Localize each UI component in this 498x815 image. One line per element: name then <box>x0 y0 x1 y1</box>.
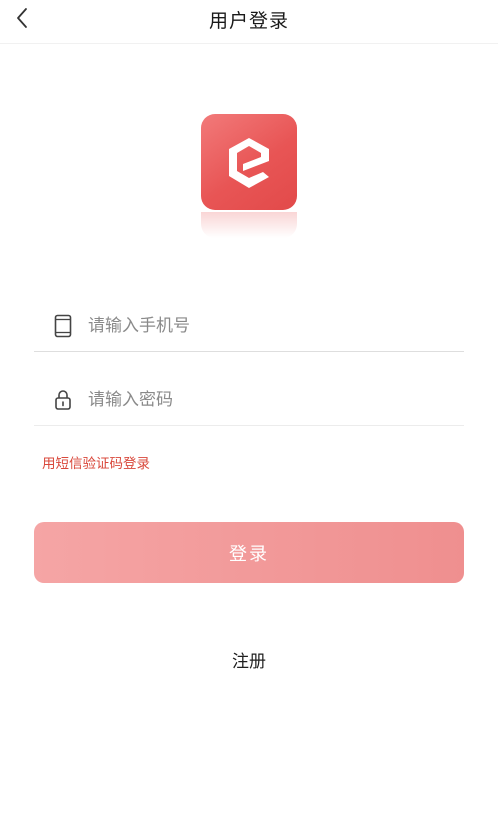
password-input[interactable] <box>88 381 428 418</box>
mobile-phone-icon <box>52 314 74 338</box>
register-link[interactable]: 注册 <box>0 647 498 672</box>
page-title: 用户登录 <box>208 10 289 32</box>
phone-input[interactable] <box>88 307 428 344</box>
login-button[interactable]: 登录 <box>34 522 464 583</box>
app-logo-tile <box>201 114 297 210</box>
lock-icon <box>52 388 74 412</box>
phone-field-row <box>34 300 464 352</box>
app-logo <box>201 114 297 238</box>
nav-header: 用户登录 <box>0 0 498 44</box>
sms-login-link[interactable]: 用短信验证码登录 <box>42 452 150 472</box>
password-field-row <box>34 374 464 426</box>
logo-reflection <box>201 212 297 238</box>
login-page: 用户登录 用短信验证码登录 <box>0 0 498 815</box>
app-logo-e-icon <box>229 138 269 188</box>
